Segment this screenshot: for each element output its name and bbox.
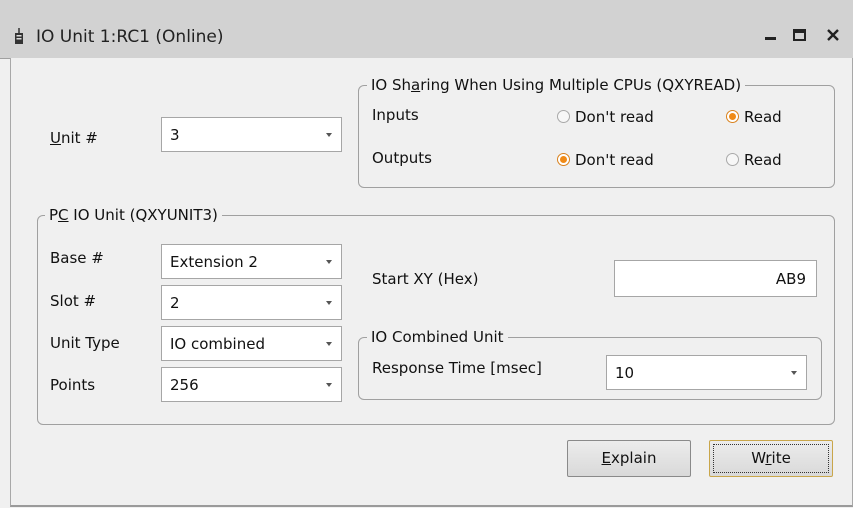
base-value: Extension 2 [170,253,258,271]
pc-io-legend-a: P [49,206,59,224]
unit-type-combo[interactable]: IO combined [161,326,342,361]
unit-number-combo[interactable]: 3 [161,117,342,152]
window-title: IO Unit 1:RC1 (Online) [36,27,224,47]
radio-label: Don't read [575,108,654,126]
start-xy-field[interactable]: AB9 [614,260,817,297]
io-sharing-legend-b: ring When Using Multiple CPUs (QXYREAD) [420,76,742,94]
radio-label: Read [744,108,782,126]
write-button[interactable]: Write [709,440,833,477]
explain-mnemonic: E [601,449,612,467]
response-time-value: 10 [615,364,635,382]
base-label: Base # [50,249,104,267]
points-combo[interactable]: 256 [161,367,342,402]
start-xy-value: AB9 [775,270,806,288]
unit-type-value: IO combined [170,335,265,353]
focus-ring [713,444,829,473]
slot-combo[interactable]: 2 [161,285,342,320]
outputs-label: Outputs [372,149,432,167]
chevron-down-icon [326,301,332,305]
title-bar[interactable]: IO Unit 1:RC1 (Online) [0,0,853,59]
pc-io-legend-b: IO Unit (QXYUNIT3) [68,206,218,224]
slot-value: 2 [170,294,180,312]
pc-io-legend-mnemonic: C [58,206,69,224]
unit-number-value: 3 [170,126,180,144]
radio-label: Don't read [575,151,654,169]
io-unit-dialog: IO Unit 1:RC1 (Online) Unit # 3 IO Shari… [0,0,853,508]
unit-label-rest: nit # [60,129,98,147]
io-combined-unit-legend: IO Combined Unit [367,328,508,346]
chevron-down-icon [326,260,332,264]
unit-type-label: Unit Type [50,334,120,352]
minimize-icon[interactable] [760,26,782,44]
radio-circle [557,110,570,123]
io-sharing-legend: IO Sharing When Using Multiple CPUs (QXY… [367,76,746,94]
points-label: Points [50,376,96,394]
explain-label: xplain [611,449,657,467]
close-icon[interactable] [822,26,844,44]
radio-circle-selected [557,153,570,166]
radio-circle-selected [726,110,739,123]
pc-io-unit-legend: PC IO Unit (QXYUNIT3) [45,206,222,224]
chevron-down-icon [326,383,332,387]
radio-label: Read [744,151,782,169]
slot-label: Slot # [50,292,97,310]
base-combo[interactable]: Extension 2 [161,244,342,279]
io-sharing-legend-mnemonic: a [411,76,421,94]
unit-number-label: Unit # [50,129,98,147]
start-xy-label: Start XY (Hex) [372,270,479,288]
chevron-down-icon [326,342,332,346]
app-icon [15,28,23,44]
chevron-down-icon [326,133,332,137]
chevron-down-icon [791,371,797,375]
io-sharing-group [358,85,835,188]
explain-button[interactable]: Explain [567,440,691,477]
maximize-icon[interactable] [789,26,811,44]
inputs-label: Inputs [372,106,419,124]
radio-circle [726,153,739,166]
unit-label-mnemonic: U [50,129,61,147]
points-value: 256 [170,376,199,394]
io-sharing-legend-a: IO Sh [371,76,412,94]
response-time-combo[interactable]: 10 [606,355,807,390]
response-time-label: Response Time [msec] [372,359,542,377]
